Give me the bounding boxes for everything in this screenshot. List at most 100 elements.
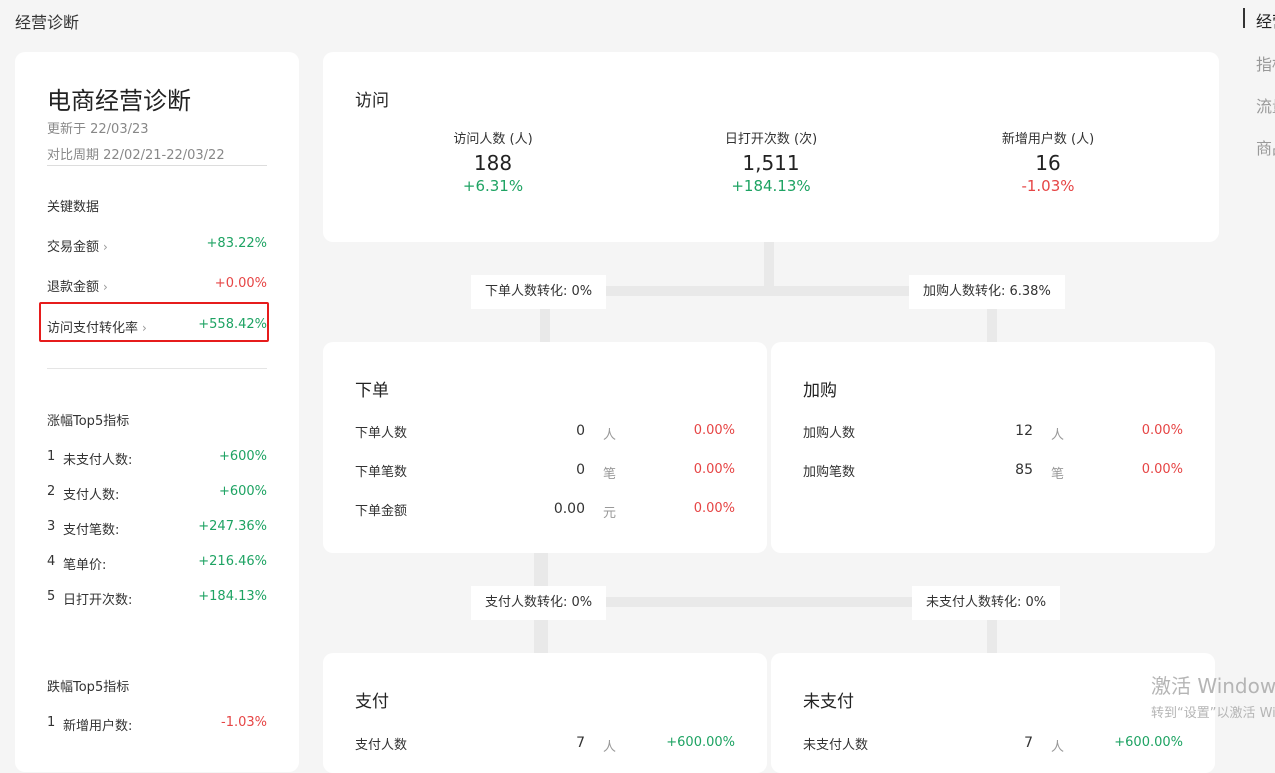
unpaid-card-title: 未支付: [803, 692, 854, 712]
unpaid-row: 未支付人数 7 人 +600.00%: [803, 734, 1183, 756]
fall-item-label: 新增用户数:: [63, 719, 133, 734]
rise-item-value: +247.36%: [198, 519, 267, 534]
order-conversion-tag: 下单人数转化: 0%: [471, 275, 607, 309]
key-data-label: 退款金额: [47, 280, 100, 295]
rise-item-label: 支付笔数:: [63, 523, 120, 538]
rise-item: 3 支付笔数: +247.36%: [47, 519, 267, 539]
visit-metric-daily-opens: 日打开次数 (次) 1,511 +184.13%: [671, 128, 871, 195]
rise-item-label: 未支付人数:: [63, 453, 133, 468]
cart-card: 加购 加购人数 12 人 0.00% 加购笔数 85 笔 0.00%: [771, 342, 1215, 553]
metric-value: 1,511: [742, 151, 800, 175]
row-label: 加购人数: [803, 426, 856, 441]
rank-number: 4: [47, 554, 56, 569]
row-percent: 0.00%: [693, 423, 735, 438]
order-row: 下单人数 0 人 0.00%: [355, 422, 735, 444]
fall-item: 1 新增用户数: -1.03%: [47, 715, 267, 735]
anchor-nav-item[interactable]: 经营诊断: [1256, 8, 1275, 32]
rise-item-label: 支付人数:: [63, 488, 120, 503]
order-row: 下单金额 0.00 元 0.00%: [355, 500, 735, 522]
key-data-label: 交易金额: [47, 240, 100, 255]
anchor-nav-active-indicator: [1243, 8, 1245, 28]
order-card-title: 下单: [355, 381, 389, 401]
fall-item-value: -1.03%: [221, 715, 267, 730]
row-label: 下单人数: [355, 426, 408, 441]
row-label: 下单金额: [355, 504, 408, 519]
key-data-label: 访问支付转化率: [47, 321, 139, 336]
metric-value: 188: [473, 151, 513, 175]
anchor-nav-item[interactable]: 商品: [1256, 135, 1275, 158]
metric-value: 16: [1035, 151, 1061, 175]
fall-top5-heading: 跌幅Top5指标: [47, 680, 130, 695]
metric-change: +6.31%: [462, 177, 524, 195]
order-row: 下单笔数 0 笔 0.00%: [355, 461, 735, 483]
row-percent: +600.00%: [666, 735, 735, 750]
cart-conversion-tag: 加购人数转化: 6.38%: [909, 275, 1065, 309]
key-data-value: +558.42%: [198, 317, 267, 332]
row-value: 7: [1024, 735, 1033, 751]
page-title: 经营诊断: [15, 13, 80, 32]
rank-number: 2: [47, 484, 56, 499]
pay-row: 支付人数 7 人 +600.00%: [355, 734, 735, 756]
rank-number: 5: [47, 589, 56, 604]
watermark-line1: 激活 Windows: [1151, 674, 1275, 698]
divider: [47, 368, 267, 369]
row-percent: 0.00%: [693, 501, 735, 516]
anchor-nav-item[interactable]: 流量: [1256, 93, 1275, 117]
metric-label: 日打开次数 (次): [724, 132, 818, 147]
unpaid-conversion-tag: 未支付人数转化: 0%: [912, 586, 1061, 620]
rise-item-value: +216.46%: [198, 554, 267, 569]
rise-item-value: +184.13%: [198, 589, 267, 604]
pay-card: 支付 支付人数 7 人 +600.00%: [323, 653, 767, 773]
diagnosis-summary-panel: 电商经营诊断 更新于 22/03/23 对比周期 22/02/21-22/03/…: [15, 52, 299, 772]
row-value: 7: [576, 735, 585, 751]
visit-metric-visitors: 访问人数 (人) 188 +6.31%: [393, 128, 593, 195]
pay-conversion-tag: 支付人数转化: 0%: [471, 586, 607, 620]
rise-top5-heading: 涨幅Top5指标: [47, 414, 130, 429]
row-unit: 笔: [603, 467, 617, 482]
row-percent: +600.00%: [1114, 735, 1183, 750]
row-unit: 人: [603, 740, 617, 755]
row-percent: 0.00%: [1141, 423, 1183, 438]
row-value: 12: [1015, 423, 1033, 439]
rise-item: 2 支付人数: +600%: [47, 484, 267, 504]
rise-item-label: 笔单价:: [63, 558, 107, 573]
key-data-row-visit-pay-conversion[interactable]: 访问支付转化率 › +558.42%: [47, 317, 267, 337]
key-data-row-refund-amount[interactable]: 退款金额 › +0.00%: [47, 276, 267, 296]
chevron-right-icon: ›: [142, 321, 147, 335]
rise-item: 5 日打开次数: +184.13%: [47, 589, 267, 609]
row-percent: 0.00%: [693, 462, 735, 477]
row-unit: 人: [1051, 428, 1065, 443]
metric-label: 新增用户数 (人): [1001, 132, 1095, 147]
cart-card-title: 加购: [803, 381, 837, 401]
cart-row: 加购人数 12 人 0.00%: [803, 422, 1183, 444]
row-percent: 0.00%: [1141, 462, 1183, 477]
metric-change: -1.03%: [1021, 177, 1075, 195]
row-label: 下单笔数: [355, 465, 408, 480]
rise-item: 1 未支付人数: +600%: [47, 449, 267, 469]
metric-change: +184.13%: [731, 177, 811, 195]
visit-card: 访问 访问人数 (人) 188 +6.31% 日打开次数 (次) 1,511 +…: [323, 52, 1219, 242]
row-label: 加购笔数: [803, 465, 856, 480]
row-value: 0: [576, 423, 585, 439]
updated-date: 更新于 22/03/23: [47, 122, 149, 137]
watermark-line2: 转到“设置”以激活 Windows。: [1151, 706, 1275, 721]
rise-item-label: 日打开次数:: [63, 593, 133, 608]
rank-number: 1: [47, 449, 56, 464]
key-data-row-trade-amount[interactable]: 交易金额 › +83.22%: [47, 236, 267, 256]
windows-activation-watermark: 激活 Windows 转到“设置”以激活 Windows。: [1151, 670, 1275, 721]
rank-number: 1: [47, 715, 56, 730]
key-data-value: +83.22%: [206, 236, 267, 251]
rise-item-value: +600%: [218, 484, 267, 499]
chevron-right-icon: ›: [103, 240, 108, 254]
row-unit: 人: [1051, 740, 1065, 755]
row-unit: 元: [603, 506, 617, 521]
metric-label: 访问人数 (人): [453, 132, 533, 147]
anchor-nav-item[interactable]: 指标: [1256, 51, 1275, 75]
key-data-heading: 关键数据: [47, 200, 100, 215]
key-data-value: +0.00%: [214, 276, 267, 291]
row-label: 支付人数: [355, 738, 408, 753]
row-unit: 人: [603, 428, 617, 443]
chevron-right-icon: ›: [103, 280, 108, 294]
row-value: 0.00: [553, 501, 585, 517]
unpaid-card: 未支付 未支付人数 7 人 +600.00%: [771, 653, 1215, 773]
